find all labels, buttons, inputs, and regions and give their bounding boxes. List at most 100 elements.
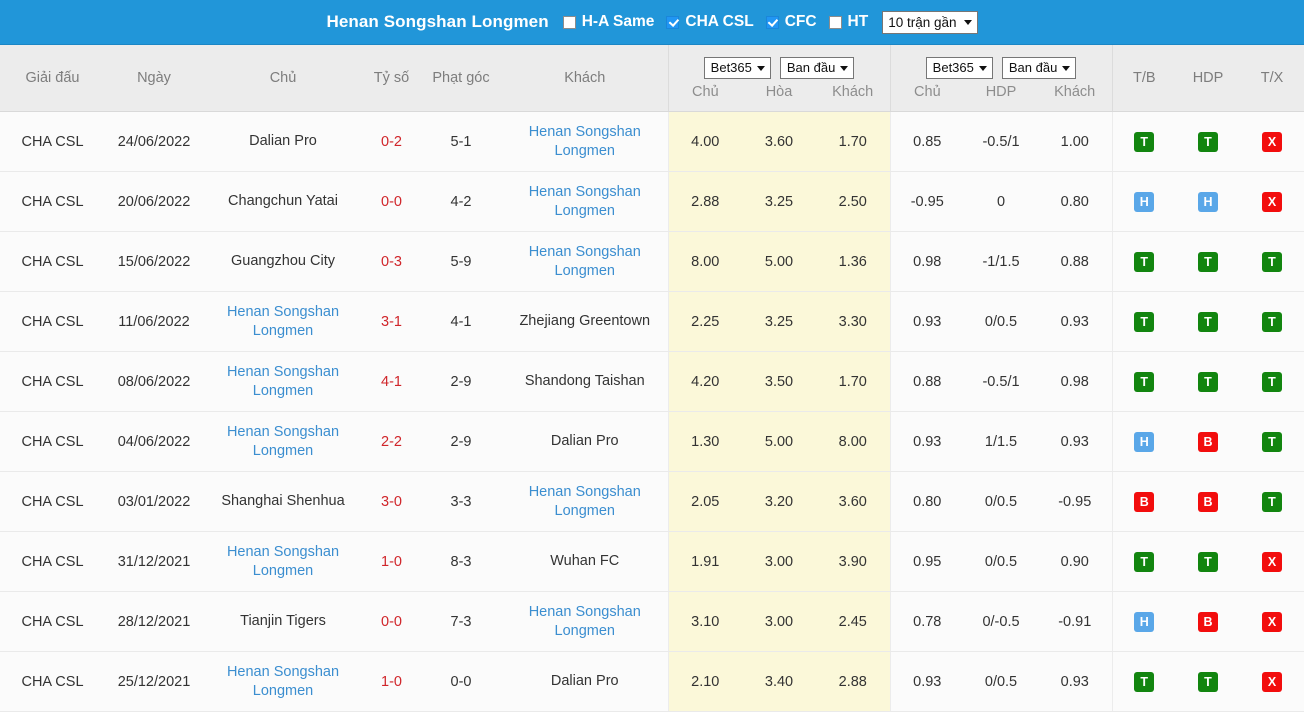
cell-odds1-home[interactable]: 2.88 xyxy=(668,171,742,232)
cell-odds1-draw[interactable]: 5.00 xyxy=(742,231,816,292)
cell-odds2-home[interactable]: 0.88 xyxy=(890,351,964,412)
cell-odds2-hdp[interactable]: 0 xyxy=(964,171,1038,232)
cell-odds1-home[interactable]: 3.10 xyxy=(668,591,742,652)
cell-odds1-away[interactable]: 1.70 xyxy=(816,111,891,172)
cell-odds2-home[interactable]: 0.93 xyxy=(890,291,964,352)
cell-odds1-home[interactable]: 8.00 xyxy=(668,231,742,292)
cell-odds2-hdp[interactable]: 0/0.5 xyxy=(964,471,1038,532)
cell-odds1-home[interactable]: 2.10 xyxy=(668,651,742,712)
cell-odds2-away[interactable]: 1.00 xyxy=(1038,111,1113,172)
checkbox-ht[interactable]: HT xyxy=(828,13,868,31)
odds2-phase-value: Ban đầu xyxy=(1008,60,1058,75)
checkbox-ha-same-label: H-A Same xyxy=(581,13,655,30)
table-row[interactable]: CHA CSL 04/06/2022 Henan Songshan Longmen 2… xyxy=(0,411,1304,472)
odds2-phase-select[interactable]: Ban đầu xyxy=(1001,56,1077,79)
cell-odds1-home[interactable]: 1.30 xyxy=(668,411,742,472)
cell-odds2-hdp[interactable]: -0.5/1 xyxy=(964,351,1038,412)
table-row[interactable]: CHA CSL 25/12/2021 Henan Songshan Longmen 1… xyxy=(0,651,1304,712)
cell-odds2-hdp[interactable]: 0/-0.5 xyxy=(964,591,1038,652)
cell-odds1-home[interactable]: 2.05 xyxy=(668,471,742,532)
cell-odds2-away[interactable]: 0.80 xyxy=(1038,171,1113,232)
cell-away-team[interactable]: Henan Songshan Longmen xyxy=(502,171,669,232)
odds1-bookmaker-select[interactable]: Bet365 xyxy=(703,56,771,79)
cell-odds1-draw[interactable]: 3.00 xyxy=(742,591,816,652)
cell-odds2-away[interactable]: 0.90 xyxy=(1038,531,1113,592)
table-row[interactable]: CHA CSL 03/01/2022 Shanghai Shenhua 3-0 3-3 H… xyxy=(0,471,1304,532)
cell-odds1-draw[interactable]: 3.40 xyxy=(742,651,816,712)
cell-odds2-hdp[interactable]: -0.5/1 xyxy=(964,111,1038,172)
cell-odds1-home[interactable]: 4.20 xyxy=(668,351,742,412)
cell-away-team[interactable]: Henan Songshan Longmen xyxy=(502,231,669,292)
cell-odds2-hdp[interactable]: 1/1.5 xyxy=(964,411,1038,472)
table-row[interactable]: CHA CSL 15/06/2022 Guangzhou City 0-3 5-9 Hen… xyxy=(0,231,1304,292)
cell-odds2-hdp[interactable]: 0/0.5 xyxy=(964,651,1038,712)
table-row[interactable]: CHA CSL 28/12/2021 Tianjin Tigers 0-0 7-3 Hen… xyxy=(0,591,1304,652)
checkbox-ha-same[interactable]: H-A Same xyxy=(562,13,655,31)
cell-odds1-away[interactable]: 3.60 xyxy=(816,471,891,532)
cell-odds1-away[interactable]: 2.45 xyxy=(816,591,891,652)
cell-hdp-badge: T xyxy=(1176,291,1240,352)
status-badge: X xyxy=(1262,551,1282,572)
checkbox-cfc-box[interactable] xyxy=(765,15,779,29)
cell-away-team[interactable]: Henan Songshan Longmen xyxy=(502,111,669,172)
cell-odds2-home[interactable]: 0.85 xyxy=(890,111,964,172)
cell-odds1-draw[interactable]: 3.00 xyxy=(742,531,816,592)
cell-odds1-home[interactable]: 2.25 xyxy=(668,291,742,352)
cell-odds2-home[interactable]: 0.93 xyxy=(890,411,964,472)
checkbox-cfc[interactable]: CFC xyxy=(765,13,817,31)
cell-odds1-draw[interactable]: 5.00 xyxy=(742,411,816,472)
table-row[interactable]: CHA CSL 11/06/2022 Henan Songshan Longmen 3… xyxy=(0,291,1304,352)
team-title: Henan Songshan Longmen xyxy=(326,12,549,31)
cell-odds1-home[interactable]: 1.91 xyxy=(668,531,742,592)
cell-odds1-away[interactable]: 3.90 xyxy=(816,531,891,592)
cell-odds1-draw[interactable]: 3.60 xyxy=(742,111,816,172)
cell-away-team[interactable]: Henan Songshan Longmen xyxy=(502,471,669,532)
cell-odds1-draw[interactable]: 3.25 xyxy=(742,291,816,352)
cell-odds2-home[interactable]: 0.98 xyxy=(890,231,964,292)
cell-odds1-away[interactable]: 2.50 xyxy=(816,171,891,232)
table-row[interactable]: CHA CSL 24/06/2022 Dalian Pro 0-2 5-1 Henan S… xyxy=(0,111,1304,172)
cell-odds2-home[interactable]: 0.80 xyxy=(890,471,964,532)
cell-odds1-draw[interactable]: 3.50 xyxy=(742,351,816,412)
checkbox-ht-box[interactable] xyxy=(828,15,842,29)
cell-away-team: Dalian Pro xyxy=(502,411,669,472)
cell-odds1-away[interactable]: 1.36 xyxy=(816,231,891,292)
cell-odds2-away[interactable]: 0.93 xyxy=(1038,651,1113,712)
cell-away-team[interactable]: Henan Songshan Longmen xyxy=(502,591,669,652)
cell-odds2-hdp[interactable]: -1/1.5 xyxy=(964,231,1038,292)
cell-odds1-away[interactable]: 3.30 xyxy=(816,291,891,352)
table-row[interactable]: CHA CSL 31/12/2021 Henan Songshan Longmen 1… xyxy=(0,531,1304,592)
cell-home-team[interactable]: Henan Songshan Longmen xyxy=(203,531,363,592)
cell-hdp-badge: H xyxy=(1176,171,1240,232)
checkbox-cha-csl[interactable]: CHA CSL xyxy=(666,13,754,31)
match-range-select[interactable]: 10 trận gần xyxy=(882,10,978,34)
odds2-bookmaker-select[interactable]: Bet365 xyxy=(925,56,993,79)
cell-odds1-draw[interactable]: 3.25 xyxy=(742,171,816,232)
cell-odds1-draw[interactable]: 3.20 xyxy=(742,471,816,532)
cell-odds2-hdp[interactable]: 0/0.5 xyxy=(964,531,1038,592)
cell-odds2-away[interactable]: 0.88 xyxy=(1038,231,1113,292)
table-row[interactable]: CHA CSL 08/06/2022 Henan Songshan Longmen 4… xyxy=(0,351,1304,412)
cell-odds2-away[interactable]: 0.98 xyxy=(1038,351,1113,412)
cell-home-team[interactable]: Henan Songshan Longmen xyxy=(203,651,363,712)
cell-odds2-home[interactable]: 0.78 xyxy=(890,591,964,652)
cell-odds1-away[interactable]: 8.00 xyxy=(816,411,891,472)
cell-odds2-home[interactable]: 0.95 xyxy=(890,531,964,592)
cell-home-team[interactable]: Henan Songshan Longmen xyxy=(203,291,363,352)
cell-odds1-away[interactable]: 2.88 xyxy=(816,651,891,712)
cell-odds2-away[interactable]: -0.95 xyxy=(1038,471,1113,532)
checkbox-ha-same-box[interactable] xyxy=(562,15,576,29)
odds1-phase-select[interactable]: Ban đầu xyxy=(779,56,855,79)
checkbox-cha-csl-box[interactable] xyxy=(666,15,680,29)
cell-home-team[interactable]: Henan Songshan Longmen xyxy=(203,351,363,412)
cell-home-team[interactable]: Henan Songshan Longmen xyxy=(203,411,363,472)
cell-odds2-home[interactable]: 0.93 xyxy=(890,651,964,712)
cell-odds2-home[interactable]: -0.95 xyxy=(890,171,964,232)
table-row[interactable]: CHA CSL 20/06/2022 Changchun Yatai 0-0 4-2 He… xyxy=(0,171,1304,232)
cell-odds2-away[interactable]: -0.91 xyxy=(1038,591,1113,652)
cell-odds2-away[interactable]: 0.93 xyxy=(1038,291,1113,352)
cell-odds1-away[interactable]: 1.70 xyxy=(816,351,891,412)
cell-odds1-home[interactable]: 4.00 xyxy=(668,111,742,172)
cell-odds2-hdp[interactable]: 0/0.5 xyxy=(964,291,1038,352)
cell-odds2-away[interactable]: 0.93 xyxy=(1038,411,1113,472)
